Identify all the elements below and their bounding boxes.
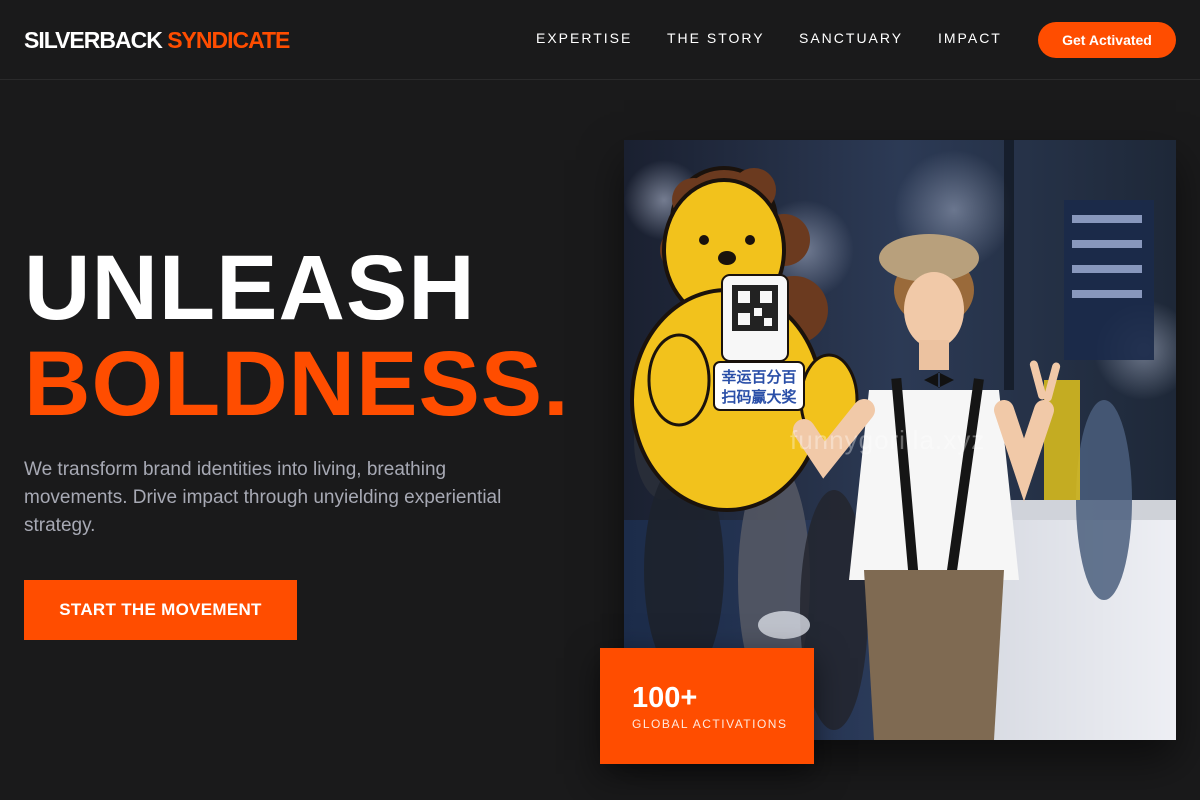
logo-word-syndicate: SYNDICATE	[167, 27, 290, 53]
hero-headline-line1: UNLEASH	[24, 237, 476, 339]
logo-word-silverback: SILVERBACK	[24, 27, 163, 53]
navbar: SILVERBACK SYNDICATE EXPERTISE THE STORY…	[0, 0, 1200, 80]
nav-link-sanctuary[interactable]: SANCTUARY	[799, 30, 903, 46]
hero-subtitle: We transform brand identities into livin…	[24, 459, 502, 536]
nav-link-the-story[interactable]: THE STORY	[667, 30, 765, 46]
sign-text-line1: 幸运百分百	[721, 369, 796, 386]
get-activated-button[interactable]: Get Activated	[1038, 22, 1176, 58]
nav-link-impact[interactable]: IMPACT	[938, 30, 1002, 46]
image-watermark: funnygorilla.xyz	[790, 425, 986, 455]
start-movement-button[interactable]: START THE MOVEMENT	[24, 580, 297, 640]
sign-text-line2: 扫码赢大奖	[721, 388, 797, 406]
stat-value: 100+	[632, 682, 698, 714]
brand-logo[interactable]: SILVERBACK SYNDICATE	[24, 27, 290, 54]
stat-card: 100+ GLOBAL ACTIVATIONS	[600, 648, 814, 764]
hero-headline-line2: BOLDNESS.	[24, 333, 570, 435]
stat-label: GLOBAL ACTIVATIONS	[632, 717, 788, 731]
nav-link-expertise[interactable]: EXPERTISE	[536, 30, 632, 46]
